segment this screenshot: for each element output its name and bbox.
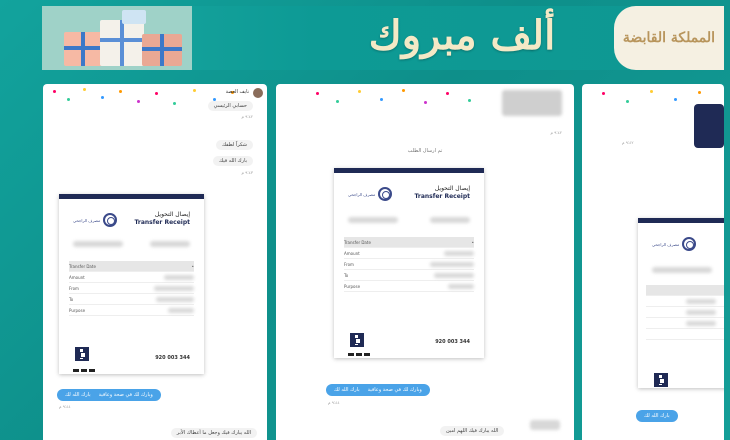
receipt-row: Amount [69,272,194,283]
receipt-title-ar: إيصال التحويل [154,211,190,218]
message-bubble: حسابي الرئيسي [207,101,253,111]
gift-boxes-image [42,6,192,70]
timestamp: ٩:٤٣ م [241,170,253,175]
brand-logo: المملكة القابضة [614,6,724,70]
blurred-text [530,420,560,430]
chat-screenshot-2: ٩:٤٢ م تم ارسال الطلب مصرف الراجحي إيصال… [276,84,574,440]
timestamp: ٩:٤٢ م [550,130,562,135]
receipt-title-ar: إيصال التحويل [434,185,470,192]
message-bubble: الله يبارك فيك وجعل ما أعطاك الأبر [170,428,257,438]
reply-bubble: بارك الله لك وبارك لك في صحة وعافية [326,384,430,396]
transfer-receipt-card: مصرف الراجحي إيصال التحويل Transfer Rece… [59,194,204,374]
bank-logo-icon [682,237,697,251]
blurred-text [348,217,398,223]
contact-avatar [253,88,263,98]
blurred-text [430,217,470,223]
message-bubble: شكراً لطفك [215,140,253,150]
blurred-image [502,90,562,116]
dark-image-thumbnail [694,104,724,148]
chat-screenshot-3: ٩:٤٢ م مصرف الراجحي Tr بارك الله لك [582,84,724,440]
receipt-row: From [344,259,474,270]
receipt-row: Amount [344,248,474,259]
banner-headline: ألف مبروك [368,12,556,59]
qr-code-icon [350,333,364,347]
blurred-text [73,241,123,247]
receipt-title-en: Transfer Receipt [414,193,470,200]
congrats-banner: ألف مبروك المملكة القابضة [42,6,724,70]
qr-code-icon [654,373,668,387]
contact-name: نايف العصة [225,89,249,95]
receipt-row: From [69,283,194,294]
system-message: تم ارسال الطلب [407,148,443,154]
bank-logo: مصرف الراجحي [348,187,393,201]
receipt-details: Transfer Date • Amount From To Purpose [69,261,194,316]
timestamp: ٩:٤٢ م [241,114,253,119]
message-bubble: الله يبارك فيك اللهم امين [440,426,505,436]
chat-screenshot-1: نايف العصة حسابي الرئيسي ٩:٤٢ م شكراً لط… [43,84,267,440]
receipt-row: Purpose [69,305,194,316]
receipt-row: Purpose [344,281,474,292]
bank-logo: مصرف الراجحي [73,213,118,227]
timestamp: ٩:٤٢ م [622,140,634,145]
message-bubble: بارك الله فيك [213,156,253,166]
blurred-text [150,241,190,247]
qr-code-icon [75,347,89,361]
timestamp: ٩:٤٤ م [328,400,340,405]
transfer-receipt-card: مصرف الراجحي إيصال التحويل Transfer Rece… [334,168,484,358]
timestamp: ٩:٤٤ م [59,404,71,409]
receipt-details [646,285,724,340]
blurred-text [652,267,712,273]
bank-phone-number: 920 003 344 [155,355,190,361]
bank-logo: مصرف الراجحي [652,237,697,251]
bank-logo-icon [378,187,393,201]
transfer-receipt-card: مصرف الراجحي Tr [638,218,724,388]
receipt-details: Transfer Date • Amount From To Purpose [344,237,474,292]
redacted-bar [73,369,95,372]
redacted-bar [348,353,370,356]
receipt-row: To [344,270,474,281]
reply-bubble: بارك الله لك وبارك لك في صحة وعافية [57,389,161,401]
bank-phone-number: 920 003 344 [435,339,470,345]
bank-logo-icon [103,213,118,227]
receipt-row: Transfer Date • [69,261,194,272]
reply-bubble: بارك الله لك [636,410,678,422]
receipt-row: Transfer Date • [344,237,474,248]
receipt-title-en: Transfer Receipt [134,219,190,226]
receipt-row: To [69,294,194,305]
